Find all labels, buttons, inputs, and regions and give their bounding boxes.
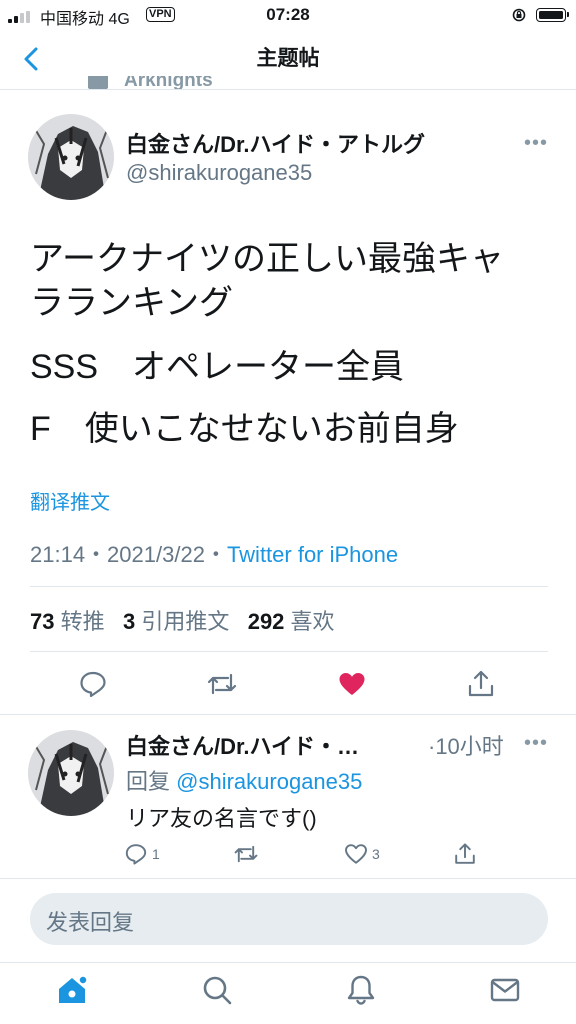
reply-time: ·10小时 [428, 734, 504, 759]
share-icon [468, 670, 494, 697]
tweet-text-line-4: F 使いこなせないお前自身 [30, 410, 459, 448]
like-count: 3 [372, 846, 380, 862]
share-icon [455, 843, 475, 864]
battery-icon [536, 8, 569, 22]
tweet-text-line-3: SSS オペレーター全員 [30, 348, 405, 386]
avatar-image [28, 730, 114, 816]
divider [0, 878, 576, 879]
compose-placeholder: 发表回复 [46, 910, 135, 935]
replying-to: 回复 @shirakurogane35 [126, 764, 362, 796]
replying-to-handle[interactable]: @shirakurogane35 [176, 769, 362, 794]
reply-like-button[interactable]: 3 [344, 842, 380, 866]
likes-stat[interactable]: 292 喜欢 [248, 609, 335, 634]
tweet-source-link[interactable]: Twitter for iPhone [227, 542, 398, 567]
retweet-icon [207, 673, 237, 695]
like-button[interactable] [332, 664, 372, 704]
search-icon [203, 976, 232, 1005]
tab-messages[interactable] [481, 966, 529, 1014]
home-icon [59, 975, 88, 1003]
divider [30, 586, 548, 587]
more-icon[interactable]: ••• [524, 732, 548, 755]
tweet-text-line-2: ラランキング [30, 284, 233, 322]
tweet-stats: 73 转推 3 引用推文 292 喜欢 [30, 604, 335, 636]
clock: 07:28 [266, 5, 310, 24]
quotes-stat[interactable]: 3 引用推文 [123, 609, 229, 634]
reply-author-avatar[interactable] [28, 730, 114, 816]
share-button[interactable] [461, 664, 501, 704]
divider [0, 962, 576, 963]
more-icon[interactable]: ••• [524, 132, 548, 155]
tab-search[interactable] [193, 966, 241, 1014]
page-title: 主题帖 [256, 47, 320, 70]
status-bar: 中国移动 4G VPN 07:28 [0, 0, 576, 30]
divider [0, 714, 576, 715]
notifications-icon [347, 975, 375, 1005]
rotation-lock-icon [512, 8, 526, 22]
tweet-timestamp: 21:14・2021/3/22・Twitter for iPhone [30, 537, 398, 569]
heart-icon [339, 673, 365, 695]
topic-icon [88, 76, 108, 90]
replying-to-label: 回复 [126, 769, 171, 794]
reply-button[interactable] [73, 664, 113, 704]
topic-context[interactable]: Arknights [86, 76, 286, 90]
reply-author-name[interactable]: 白金さん/Dr.ハイド・… [126, 729, 359, 761]
retweet-button[interactable] [202, 664, 242, 704]
timestamp-text: 21:14・2021/3/22・ [30, 542, 227, 567]
reply-count: 1 [152, 846, 160, 862]
messages-icon [490, 978, 520, 1002]
author-handle[interactable]: @shirakurogane35 [126, 160, 312, 186]
reply-retweet-button[interactable] [233, 842, 263, 866]
author-name[interactable]: 白金さん/Dr.ハイド・アトルグ [126, 127, 425, 159]
tab-home[interactable] [48, 966, 96, 1014]
heart-icon [345, 844, 367, 864]
reply-text: リア友の名言です() [126, 806, 317, 831]
avatar-image [28, 114, 114, 200]
author-avatar[interactable] [28, 114, 114, 200]
reply-icon [125, 844, 147, 865]
translate-tweet-link[interactable]: 翻译推文 [30, 486, 110, 515]
reply-reply-button[interactable]: 1 [124, 842, 160, 866]
retweets-stat[interactable]: 73 转推 [30, 609, 105, 634]
tab-notifications[interactable] [337, 966, 385, 1014]
retweet-icon [234, 845, 258, 863]
reply-icon [80, 671, 106, 698]
topic-label: Arknights [124, 76, 213, 90]
nav-divider [0, 89, 576, 90]
divider [30, 651, 548, 652]
compose-reply-input[interactable]: 发表回复 [30, 893, 548, 945]
reply-share-button[interactable] [453, 842, 477, 871]
